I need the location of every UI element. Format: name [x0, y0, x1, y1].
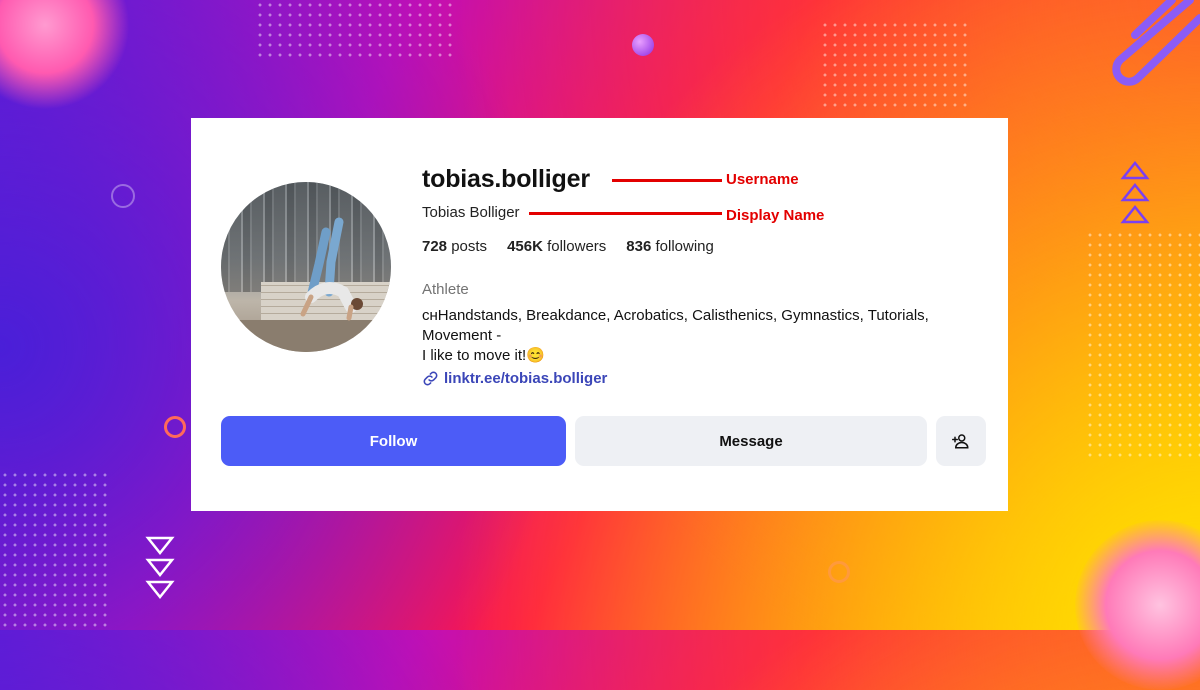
display-name-annotation-line — [529, 212, 722, 215]
athlete-photo — [300, 217, 363, 321]
background-dots-top — [255, 0, 455, 60]
profile-bio: ᴄʜHandstands, Breakdance, Acrobatics, Ca… — [422, 306, 982, 366]
username: tobias.bolliger — [422, 165, 590, 193]
display-name: Tobias Bolliger — [422, 204, 520, 221]
background-dots-left — [0, 470, 110, 630]
profile-avatar[interactable] — [221, 182, 391, 352]
background-blob-topleft — [0, 0, 130, 110]
followers-count: 456K — [507, 238, 543, 255]
following-stat[interactable]: 836 following — [626, 238, 714, 255]
bio-line: ᴄʜHandstands, Breakdance, Acrobatics, Ca… — [422, 307, 929, 324]
background-dots-topright — [820, 20, 970, 110]
link-icon — [423, 371, 438, 386]
username-annotation: Username — [726, 171, 799, 188]
background-sphere — [632, 34, 654, 56]
person-plus-icon — [952, 434, 969, 449]
profile-card: tobias.bolliger Tobias Bolliger 728 post… — [191, 118, 1008, 511]
profile-category: Athlete — [422, 281, 469, 298]
message-button[interactable]: Message — [575, 416, 927, 466]
profile-stats: 728 posts 456K followers 836 following — [422, 238, 714, 255]
following-label: following — [655, 238, 714, 255]
posts-stat[interactable]: 728 posts — [422, 238, 487, 255]
suggested-users-button[interactable] — [936, 416, 986, 466]
background-ring-leftmid — [164, 416, 186, 438]
background-triangles-right — [1120, 160, 1150, 224]
followers-label: followers — [547, 238, 607, 255]
background-clip-shape — [1112, 0, 1200, 86]
background-triangles-left — [145, 536, 175, 600]
following-count: 836 — [626, 238, 652, 255]
background-blob-bottomright — [1075, 520, 1200, 690]
display-name-annotation: Display Name — [726, 207, 825, 224]
bio-line: I like to move it!😊 — [422, 347, 545, 364]
bio-line: Movement - — [422, 327, 502, 344]
background-ring-bottom — [828, 561, 850, 583]
posts-count: 728 — [422, 238, 448, 255]
background-dots-right — [1085, 230, 1200, 460]
username-annotation-line — [612, 179, 722, 182]
followers-stat[interactable]: 456K followers — [507, 238, 606, 255]
follow-button[interactable]: Follow — [221, 416, 566, 466]
background-ring-left — [111, 184, 135, 208]
profile-link-text: linktr.ee/tobias.bolliger — [444, 370, 608, 387]
posts-label: posts — [451, 238, 488, 255]
profile-link[interactable]: linktr.ee/tobias.bolliger — [422, 370, 607, 387]
